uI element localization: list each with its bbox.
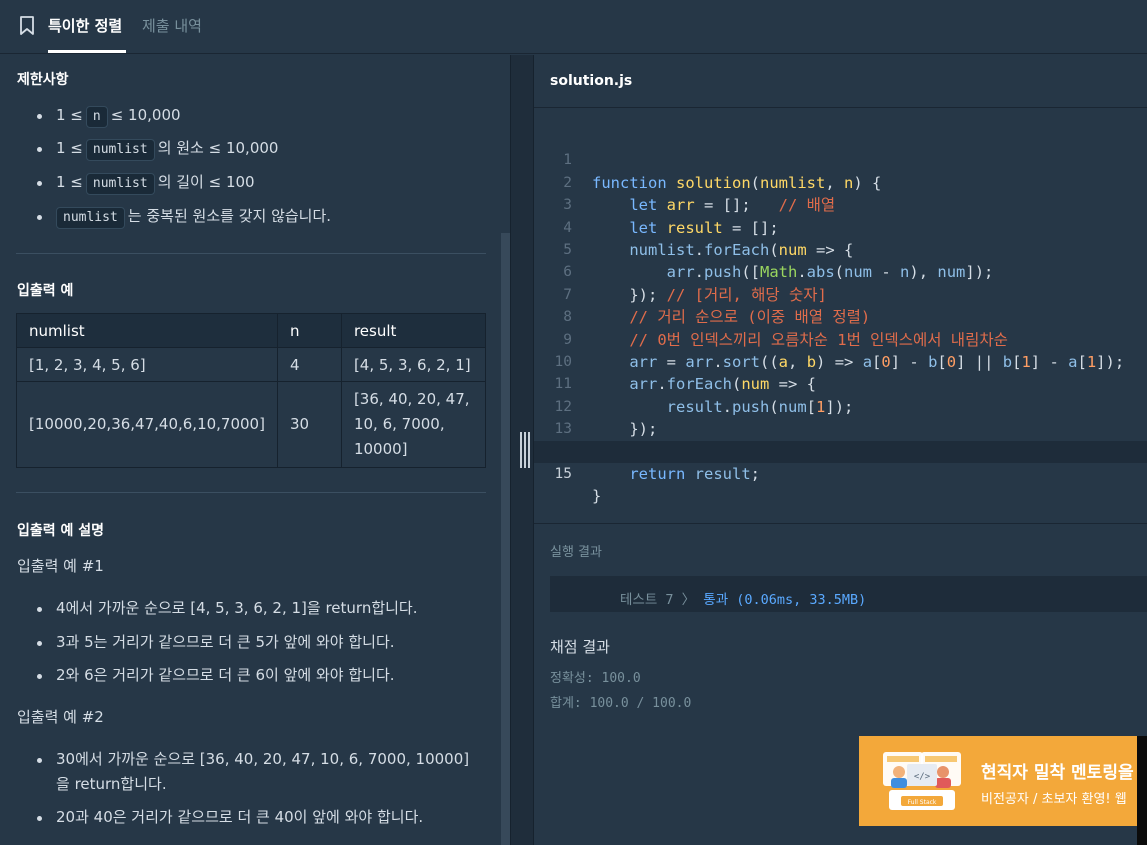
mentoring-illustration-icon: </> Full Stack bbox=[883, 752, 961, 810]
bookmark-icon[interactable] bbox=[19, 16, 35, 36]
table-cell: [1, 2, 3, 4, 5, 6] bbox=[16, 347, 278, 382]
list-item-text: 2와 6은 거리가 같으므로 더 큰 6이 앞에 와야 합니다. bbox=[56, 666, 395, 684]
code-editor[interactable]: 1 function solution(numlist, n) { 2 let … bbox=[534, 109, 1147, 522]
list-item-text: 20과 40은 거리가 같으므로 더 큰 40이 앞에 와야 합니다. bbox=[56, 808, 424, 826]
list-item: 30에서 가까운 순으로 [36, 40, 20, 47, 10, 6, 700… bbox=[37, 747, 480, 797]
bullet-dot bbox=[37, 816, 42, 821]
table-row: [10000,20,36,47,40,6,10,7000] 30 [36, 40… bbox=[16, 381, 487, 468]
test-result-list[interactable]: 테스트 7 〉 통과 (0.06ms, 33.5MB) bbox=[550, 576, 1147, 612]
table-header: numlist bbox=[16, 313, 278, 348]
explain-title: 입출력 예 설명 bbox=[17, 523, 105, 539]
table-row: [1, 2, 3, 4, 5, 6] 4 [4, 5, 3, 6, 2, 1] bbox=[16, 347, 487, 382]
constraints-title: 제한사항 bbox=[17, 72, 69, 88]
table-header: n bbox=[276, 313, 342, 348]
code-line[interactable]: 13 bbox=[534, 396, 1147, 437]
file-name: solution.js bbox=[550, 73, 633, 89]
code-panel: solution.js 1 function solution(numlist,… bbox=[534, 55, 1147, 845]
code-chip: n bbox=[85, 106, 108, 128]
constraint-pre: 1 ≤ bbox=[56, 139, 83, 157]
constraint-post: 는 중복된 원소를 갖지 않습니다. bbox=[127, 207, 332, 225]
io-example-title: 입출력 예 bbox=[17, 283, 74, 299]
code-line[interactable]: 9 arr = arr.sort((a, b) => a[0] - b[0] |… bbox=[534, 306, 1147, 371]
ad-banner[interactable]: </> Full Stack 현직자 밀착 멘토링을 비전공자 / 초보자 환영… bbox=[859, 736, 1147, 826]
constraint-post: 의 길이 ≤ 100 bbox=[157, 173, 255, 191]
bullet-dot bbox=[37, 114, 42, 119]
tab-submissions[interactable]: 제출 내역 bbox=[142, 15, 202, 36]
code-line[interactable]: 3 let result = []; bbox=[534, 172, 1147, 236]
code-line[interactable]: 14 return result; bbox=[534, 418, 1147, 483]
svg-text:</>: </> bbox=[914, 772, 931, 782]
table-header: result bbox=[340, 313, 487, 348]
code-line[interactable]: 4 numlist.forEach(num => { bbox=[534, 194, 1147, 259]
test-result-row: 테스트 7 〉 통과 (0.06ms, 33.5MB) bbox=[620, 588, 866, 608]
table-cell: 4 bbox=[276, 347, 342, 382]
code-line-active[interactable]: 15 } bbox=[534, 440, 1147, 505]
total-line: 합계: 100.0 / 100.0 bbox=[550, 696, 692, 711]
table-cell: [4, 5, 3, 6, 2, 1] bbox=[340, 347, 487, 382]
bullet-dot bbox=[37, 607, 42, 612]
example1-title: 입출력 예 #1 bbox=[17, 557, 104, 575]
test-status: 통과 (0.06ms, 33.5MB) bbox=[703, 592, 867, 608]
result-header: 실행 결과 bbox=[534, 523, 1147, 575]
io-example-table: numlist n result [1, 2, 3, 4, 5, 6] 4 [4… bbox=[16, 313, 487, 468]
score-title: 채점 결과 bbox=[550, 638, 610, 656]
code-text[interactable]: } bbox=[592, 485, 601, 507]
constraint-pre: 1 ≤ bbox=[56, 106, 83, 124]
list-item-text: 30에서 가까운 순으로 [36, 40, 20, 47, 10, 6, 700… bbox=[56, 750, 470, 793]
ad-subline[interactable]: 비전공자 / 초보자 환영! 웹 bbox=[981, 788, 1127, 807]
table-cell: [10000,20,36,47,40,6,10,7000] bbox=[16, 381, 278, 468]
constraint-pre: 1 ≤ bbox=[56, 173, 83, 191]
problem-panel: 제한사항 1 ≤ n ≤ 10,000 1 ≤ numlist 의 원소 ≤ 10,00… bbox=[0, 55, 510, 845]
left-scrollbar[interactable] bbox=[501, 233, 510, 845]
code-chip: numlist bbox=[56, 207, 125, 229]
code-line[interactable]: 5 arr.push([Math.abs(num - n), num]); bbox=[534, 217, 1147, 281]
code-line[interactable]: 6 }); // [거리, 해당 숫자] bbox=[534, 239, 1147, 303]
bullet-dot bbox=[37, 147, 42, 152]
ad-headline[interactable]: 현직자 밀착 멘토링을 bbox=[981, 758, 1134, 783]
list-item-text: 4에서 가까운 순으로 [4, 5, 3, 6, 2, 1]을 return합니… bbox=[56, 599, 418, 617]
panel-splitter[interactable] bbox=[510, 55, 534, 845]
constraint-post: ≤ 10,000 bbox=[110, 106, 181, 124]
line-number: 15 bbox=[554, 466, 572, 482]
tab-problem[interactable]: 특이한 정렬 bbox=[48, 15, 122, 36]
test-label: 테스트 7 〉 bbox=[620, 592, 696, 608]
code-line[interactable]: 12 }); bbox=[534, 373, 1147, 438]
drag-handle-icon[interactable] bbox=[520, 432, 530, 468]
svg-text:Full Stack: Full Stack bbox=[908, 799, 937, 806]
top-tab-bar: 특이한 정렬 제출 내역 bbox=[0, 0, 1147, 54]
table-cell: 30 bbox=[276, 381, 342, 468]
table-cell: [36, 40, 20, 47, 10, 6, 7000, 10000] bbox=[340, 381, 487, 468]
code-line[interactable]: 7 // 거리 순으로 (이중 배열 정렬) bbox=[534, 261, 1147, 326]
bullet-dot bbox=[37, 674, 42, 679]
code-line[interactable]: 11 result.push(num[1]); bbox=[534, 351, 1147, 415]
example2-title: 입출력 예 #2 bbox=[17, 708, 104, 726]
accuracy-line: 정확성: 100.0 bbox=[550, 671, 641, 686]
file-header: solution.js bbox=[534, 55, 1147, 108]
code-chip: numlist bbox=[85, 173, 155, 195]
ad-edge-shadow bbox=[1137, 736, 1147, 845]
code-line[interactable]: 10 arr.forEach(num => { bbox=[534, 329, 1147, 393]
result-title: 실행 결과 bbox=[550, 545, 602, 560]
bullet-dot bbox=[37, 758, 42, 763]
code-line[interactable]: 2 let arr = []; // 배열 bbox=[534, 149, 1147, 214]
code-chip: numlist bbox=[85, 139, 155, 161]
active-tab-indicator bbox=[48, 50, 126, 53]
list-item-text: 3과 5는 거리가 같으므로 더 큰 5가 앞에 와야 합니다. bbox=[56, 633, 395, 651]
section-divider bbox=[16, 253, 486, 254]
bullet-dot bbox=[37, 641, 42, 646]
bullet-dot bbox=[37, 215, 42, 220]
code-text[interactable]: return result; bbox=[592, 463, 760, 485]
constraint-post: 의 원소 ≤ 10,000 bbox=[157, 139, 279, 157]
code-line[interactable]: 8 // 0번 인덱스끼리 오름차순 1번 인덱스에서 내림차순 bbox=[534, 284, 1147, 348]
code-line[interactable]: 1 function solution(numlist, n) { bbox=[534, 127, 1147, 191]
section-divider bbox=[16, 492, 486, 493]
bullet-dot bbox=[37, 181, 42, 186]
